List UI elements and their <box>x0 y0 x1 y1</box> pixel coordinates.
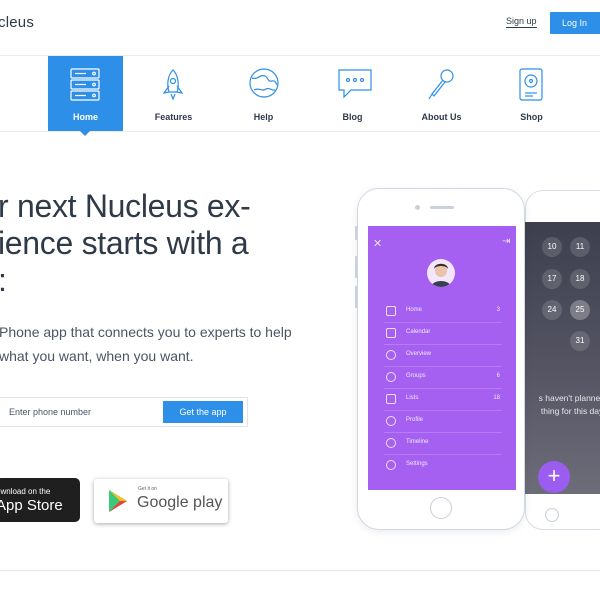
brand-logo[interactable]: cleus <box>0 14 34 31</box>
phone-menu-screen: ✕ ⇥ Home 3 Calendar Overview Groups 6 Li… <box>368 226 516 490</box>
google-play-big-text: Google play <box>137 494 223 511</box>
rocket-icon <box>162 69 184 101</box>
nav-label-about-us: About Us <box>421 112 462 122</box>
menu-label: Groups <box>406 373 426 379</box>
avatar[interactable] <box>427 259 455 287</box>
signup-link[interactable]: Sign up <box>506 16 537 28</box>
get-app-button[interactable]: Get the app <box>163 401 243 423</box>
globe-icon <box>249 68 279 98</box>
calendar-day-selected[interactable]: 25 <box>570 300 590 320</box>
menu-item-calendar[interactable]: Calendar <box>384 323 502 345</box>
avatar-image <box>431 263 451 287</box>
menu-item-settings[interactable]: Settings <box>384 455 502 477</box>
nav-item-about-us[interactable]: About Us <box>404 56 479 131</box>
google-play-badge[interactable]: Get it on Google play <box>94 479 228 523</box>
google-play-small-text: Get it on <box>138 486 157 492</box>
add-button[interactable]: + <box>538 461 570 493</box>
front-phone-home-button <box>430 497 452 519</box>
main-nav: Home Features Help Blog About Us Shop <box>0 56 600 136</box>
hard-drive-icon <box>519 68 543 101</box>
menu-label: Calendar <box>406 329 431 335</box>
nav-label-home: Home <box>72 112 98 122</box>
nav-item-help[interactable]: Help <box>226 56 301 131</box>
phone-number-input[interactable] <box>0 398 161 426</box>
server-icon <box>70 68 100 101</box>
nav-label-blog: Blog <box>342 112 363 122</box>
pie-chart-icon <box>386 350 396 360</box>
calendar-day[interactable]: 11 <box>570 237 590 257</box>
nav-label-features: Features <box>154 112 193 122</box>
nav-item-blog[interactable]: Blog <box>315 56 390 131</box>
home-icon <box>386 306 396 316</box>
close-icon[interactable]: ✕ <box>373 237 382 250</box>
menu-label: Profile <box>406 417 424 423</box>
menu-item-lists[interactable]: Lists 18 <box>384 389 502 411</box>
groups-icon <box>386 372 396 382</box>
menu-item-profile[interactable]: Profile <box>384 411 502 433</box>
nav-item-shop[interactable]: Shop <box>494 56 569 131</box>
menu-label: Home <box>406 307 423 313</box>
nav-label-shop: Shop <box>520 112 543 122</box>
clock-icon <box>386 438 396 448</box>
menu-label: Overview <box>406 351 432 357</box>
app-store-small-text: ownload on the <box>0 487 51 496</box>
calendar-day[interactable]: 10 <box>542 237 562 257</box>
chat-bubble-icon <box>338 69 372 99</box>
top-bar: cleus Sign up Log In <box>0 0 600 56</box>
calendar-day[interactable]: 24 <box>542 300 562 320</box>
menu-item-timeline[interactable]: Timeline <box>384 433 502 455</box>
user-icon <box>386 416 396 426</box>
hero-title: r next Nucleus ex- ience starts with a : <box>0 188 251 298</box>
menu-count: 6 <box>496 373 500 379</box>
menu-label: Lists <box>406 395 419 401</box>
back-phone-home-button <box>545 508 559 522</box>
exit-icon[interactable]: ⇥ <box>502 236 510 247</box>
calendar-day[interactable]: 17 <box>542 269 562 289</box>
microphone-icon <box>428 69 454 100</box>
phone-camera <box>415 205 420 210</box>
menu-item-home[interactable]: Home 3 <box>384 301 502 323</box>
calendar-icon <box>386 328 396 338</box>
menu-count: 3 <box>496 307 500 313</box>
menu-label: Timeline <box>406 439 429 445</box>
menu-item-overview[interactable]: Overview <box>384 345 502 367</box>
calendar-day[interactable]: 31 <box>570 331 590 351</box>
login-button[interactable]: Log In <box>550 12 600 34</box>
nav-item-features[interactable]: Features <box>136 56 211 131</box>
hero-subtitle: Phone app that connects you to experts t… <box>0 324 292 364</box>
section-divider <box>0 570 600 571</box>
empty-day-message: s haven't planned thing for this day. <box>538 393 600 416</box>
phone-speaker <box>430 206 454 209</box>
back-phone-screen: 10 11 17 18 24 25 31 s haven't planned t… <box>515 222 600 494</box>
app-store-badge[interactable]: ownload on the App Store <box>0 478 80 522</box>
app-store-big-text: App Store <box>0 497 63 514</box>
nav-label-help: Help <box>253 112 274 122</box>
menu-label: Settings <box>406 461 428 467</box>
menu-count: 18 <box>493 395 500 401</box>
menu-item-groups[interactable]: Groups 6 <box>384 367 502 389</box>
calendar-day[interactable]: 18 <box>570 269 590 289</box>
gear-icon <box>386 460 396 470</box>
google-play-icon <box>109 490 127 512</box>
nav-item-home[interactable]: Home <box>48 56 123 136</box>
list-icon <box>386 394 396 404</box>
phone-signup-form: Get the app <box>0 397 248 427</box>
